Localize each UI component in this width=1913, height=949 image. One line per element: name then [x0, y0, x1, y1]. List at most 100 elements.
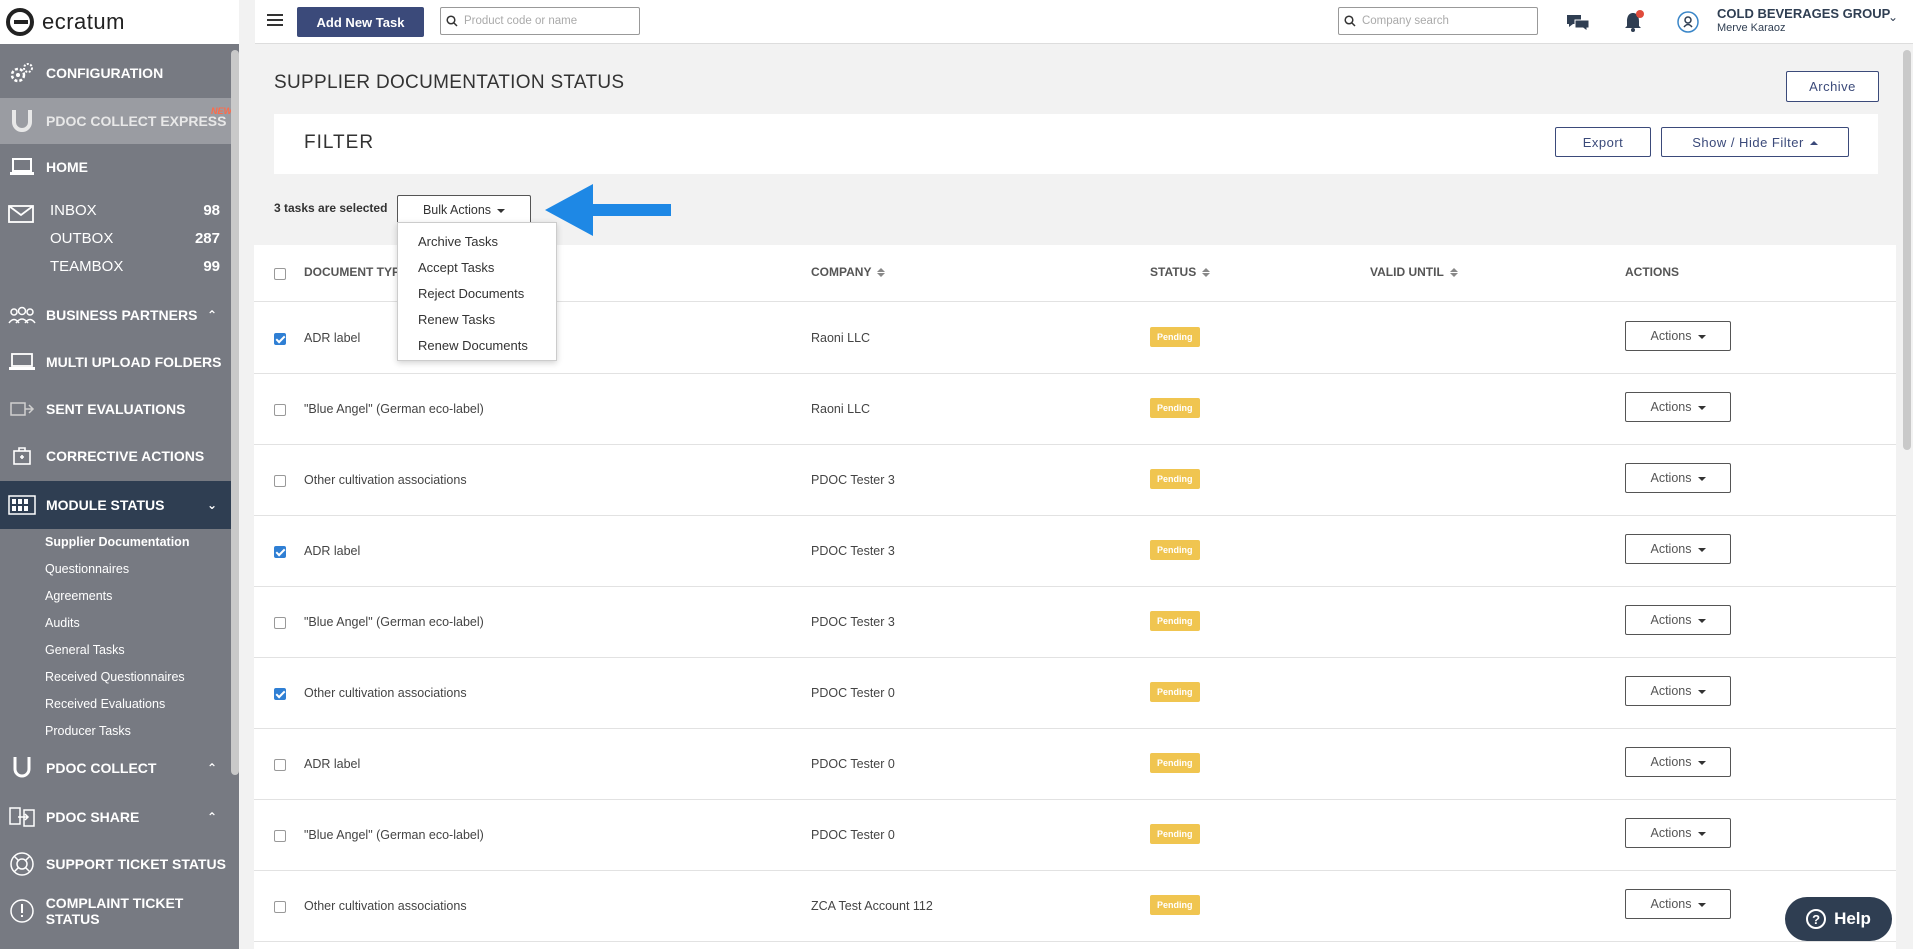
cell-document-type[interactable]: "Blue Angel" (German eco-label) [304, 402, 484, 416]
sidebar-sub-supplier-documentation[interactable]: Supplier Documentation [45, 535, 189, 549]
sidebar-item-corrective-actions[interactable]: CORRECTIVE ACTIONS [0, 441, 239, 471]
product-search[interactable] [440, 7, 640, 35]
cell-document-type[interactable]: Other cultivation associations [304, 473, 467, 487]
row-checkbox[interactable] [274, 546, 286, 558]
row-actions-button[interactable]: Actions [1625, 676, 1731, 706]
product-search-input[interactable] [463, 15, 639, 27]
menu-item-archive-tasks[interactable]: Archive Tasks [398, 229, 556, 255]
table-row[interactable]: "Blue Angel" (German eco-label) PDOC Test… [254, 800, 1896, 871]
header-document-type[interactable]: DOCUMENT TYPE [304, 265, 408, 279]
menu-item-accept-tasks[interactable]: Accept Tasks [398, 255, 556, 281]
notification-bell-icon[interactable] [1620, 10, 1646, 34]
hamburger-menu-icon[interactable] [267, 14, 283, 28]
company-search-input[interactable] [1361, 15, 1537, 27]
organization-name: COLD BEVERAGES GROUP [1717, 6, 1891, 21]
sidebar-sub-general-tasks[interactable]: General Tasks [45, 643, 125, 657]
toolbox-icon [8, 442, 36, 470]
header-status[interactable]: STATUS [1150, 265, 1211, 279]
chat-icon[interactable] [1565, 10, 1591, 34]
sort-icon[interactable] [1202, 267, 1211, 277]
row-actions-button[interactable]: Actions [1625, 747, 1731, 777]
table-row[interactable]: ADR label PDOC Tester 3 Pending Actions [254, 516, 1896, 587]
row-actions-button[interactable]: Actions [1625, 392, 1731, 422]
row-checkbox[interactable] [274, 759, 286, 771]
sidebar-scrollbar[interactable] [231, 50, 239, 775]
lifebuoy-icon [8, 850, 36, 878]
add-new-task-button[interactable]: Add New Task [297, 7, 424, 37]
cell-document-type[interactable]: Other cultivation associations [304, 686, 467, 700]
sidebar-sub-received-evaluations[interactable]: Received Evaluations [45, 697, 165, 711]
row-checkbox[interactable] [274, 901, 286, 913]
sidebar-item-pdoc-collect-express[interactable]: PDOC COLLECT EXPRESS NEW! [0, 98, 239, 144]
company-profile-icon[interactable] [1675, 10, 1701, 34]
company-search[interactable] [1338, 7, 1538, 35]
sidebar-item-module-status[interactable]: MODULE STATUS ⌄ [0, 481, 239, 529]
sidebar: ecratum CONFIGURATION PDOC COLLECT EXPRE… [0, 0, 239, 949]
row-checkbox[interactable] [274, 475, 286, 487]
cell-company: PDOC Tester 0 [811, 757, 895, 771]
app-logo[interactable]: ecratum [0, 0, 239, 44]
main-scrollbar[interactable] [1903, 50, 1911, 450]
row-actions-button[interactable]: Actions [1625, 889, 1731, 919]
table-row[interactable]: "Blue Angel" (German eco-label) Raoni LLC… [254, 374, 1896, 445]
archive-button[interactable]: Archive [1786, 71, 1879, 102]
row-checkbox[interactable] [274, 830, 286, 842]
sidebar-sub-audits[interactable]: Audits [45, 616, 80, 630]
row-actions-button[interactable]: Actions [1625, 463, 1731, 493]
sidebar-sub-questionnaires[interactable]: Questionnaires [45, 562, 129, 576]
menu-item-reject-documents[interactable]: Reject Documents [398, 281, 556, 307]
row-actions-button[interactable]: Actions [1625, 605, 1731, 635]
table-row[interactable]: "Blue Angel" (German eco-label) PDOC Test… [254, 587, 1896, 658]
sidebar-item-multi-upload-folders[interactable]: MULTI UPLOAD FOLDERS [0, 347, 239, 377]
sidebar-item-business-partners[interactable]: BUSINESS PARTNERS ⌃ [0, 300, 239, 330]
menu-item-renew-tasks[interactable]: Renew Tasks [398, 307, 556, 333]
status-badge: Pending [1150, 824, 1200, 844]
organization-switcher[interactable]: COLD BEVERAGES GROUP Merve Karaoz [1717, 6, 1890, 34]
cell-document-type[interactable]: "Blue Angel" (German eco-label) [304, 615, 484, 629]
sidebar-item-sent-evaluations[interactable]: SENT EVALUATIONS [0, 394, 239, 424]
row-checkbox[interactable] [274, 688, 286, 700]
row-actions-button[interactable]: Actions [1625, 321, 1731, 351]
table-row[interactable]: Other cultivation associations ZCA Test A… [254, 871, 1896, 942]
header-valid-until[interactable]: VALID UNTIL [1370, 265, 1458, 279]
sidebar-item-pdoc-share[interactable]: PDOC SHARE ⌃ [0, 802, 239, 832]
help-button[interactable]: ? Help [1785, 897, 1892, 941]
sidebar-item-outbox[interactable]: OUTBOX 287 [50, 230, 220, 247]
sidebar-item-teambox[interactable]: TEAMBOX 99 [50, 258, 220, 275]
sort-icon[interactable] [877, 267, 886, 277]
sidebar-item-inbox[interactable]: INBOX 98 [50, 202, 220, 219]
show-hide-filter-button[interactable]: Show / Hide Filter [1661, 127, 1849, 157]
sidebar-item-support-ticket-status[interactable]: SUPPORT TICKET STATUS [0, 849, 239, 879]
cell-document-type[interactable]: "Blue Angel" (German eco-label) [304, 828, 484, 842]
row-checkbox[interactable] [274, 333, 286, 345]
cell-document-type[interactable]: ADR label [304, 544, 360, 558]
exclamation-circle-icon [8, 897, 36, 925]
sort-icon[interactable] [1449, 267, 1458, 277]
row-checkbox[interactable] [274, 617, 286, 629]
sidebar-item-configuration[interactable]: CONFIGURATION [0, 58, 239, 88]
select-all-checkbox[interactable] [274, 268, 286, 280]
bulk-actions-button[interactable]: Bulk Actions [397, 195, 531, 225]
export-button[interactable]: Export [1555, 127, 1651, 157]
menu-item-renew-documents[interactable]: Renew Documents [398, 333, 556, 359]
sidebar-item-pdoc-collect[interactable]: PDOC COLLECT ⌃ [0, 753, 239, 783]
sidebar-sub-received-questionnaires[interactable]: Received Questionnaires [45, 670, 185, 684]
header-actions: ACTIONS [1625, 265, 1679, 279]
chevron-down-icon[interactable]: ⌄ [1888, 10, 1898, 24]
header-company[interactable]: COMPANY [811, 265, 886, 279]
table-row[interactable]: Other cultivation associations PDOC Teste… [254, 445, 1896, 516]
cell-document-type[interactable]: ADR label [304, 331, 360, 345]
actions-label: Actions [1650, 755, 1692, 769]
sidebar-sub-agreements[interactable]: Agreements [45, 589, 112, 603]
sidebar-item-complaint-ticket-status[interactable]: COMPLAINT TICKET STATUS [0, 895, 239, 927]
search-icon [1339, 15, 1362, 27]
cell-document-type[interactable]: ADR label [304, 757, 360, 771]
sidebar-item-home[interactable]: HOME [0, 152, 239, 182]
row-actions-button[interactable]: Actions [1625, 818, 1731, 848]
row-actions-button[interactable]: Actions [1625, 534, 1731, 564]
sidebar-sub-producer-tasks[interactable]: Producer Tasks [45, 724, 131, 738]
row-checkbox[interactable] [274, 404, 286, 416]
table-row[interactable]: ADR label PDOC Tester 0 Pending Actions [254, 729, 1896, 800]
cell-document-type[interactable]: Other cultivation associations [304, 899, 467, 913]
table-row[interactable]: Other cultivation associations PDOC Teste… [254, 658, 1896, 729]
